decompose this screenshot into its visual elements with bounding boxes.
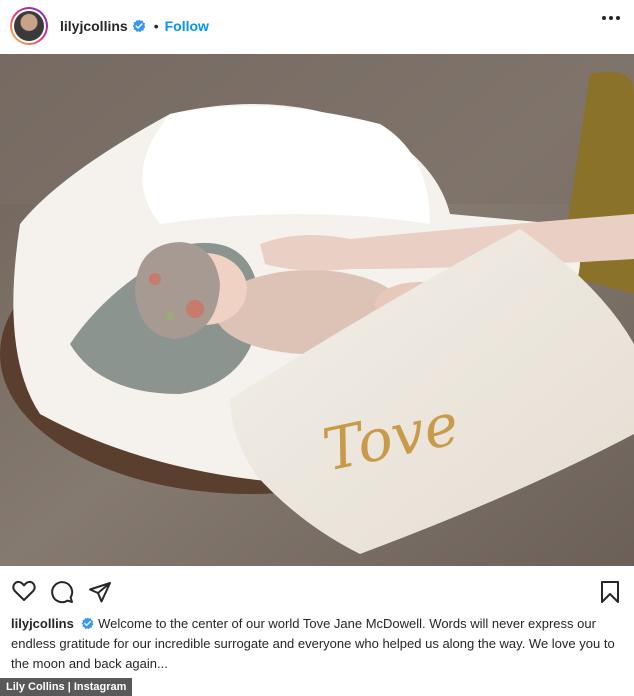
- verified-badge-icon: [81, 617, 94, 630]
- comment-icon[interactable]: [50, 580, 74, 609]
- bookmark-icon[interactable]: [600, 580, 620, 609]
- post-image[interactable]: Tove: [0, 54, 634, 566]
- post-header: lilyjcollins • Follow: [0, 0, 634, 52]
- follow-button[interactable]: Follow: [165, 18, 209, 34]
- verified-badge-icon: [132, 19, 146, 33]
- caption-username[interactable]: lilyjcollins: [11, 616, 74, 631]
- heart-icon[interactable]: [12, 580, 36, 607]
- avatar[interactable]: [10, 7, 48, 45]
- post-caption: lilyjcollins Welcome to the center of ou…: [11, 614, 623, 674]
- photo-credit: Lily Collins | Instagram: [0, 678, 133, 696]
- caption-text: Welcome to the center of our world Tove …: [11, 616, 615, 671]
- more-options-icon[interactable]: [602, 16, 620, 20]
- separator-dot: •: [153, 18, 159, 34]
- action-bar: [0, 580, 634, 606]
- username-link[interactable]: lilyjcollins: [60, 18, 128, 34]
- share-icon[interactable]: [88, 580, 112, 609]
- avatar-image: [14, 11, 44, 41]
